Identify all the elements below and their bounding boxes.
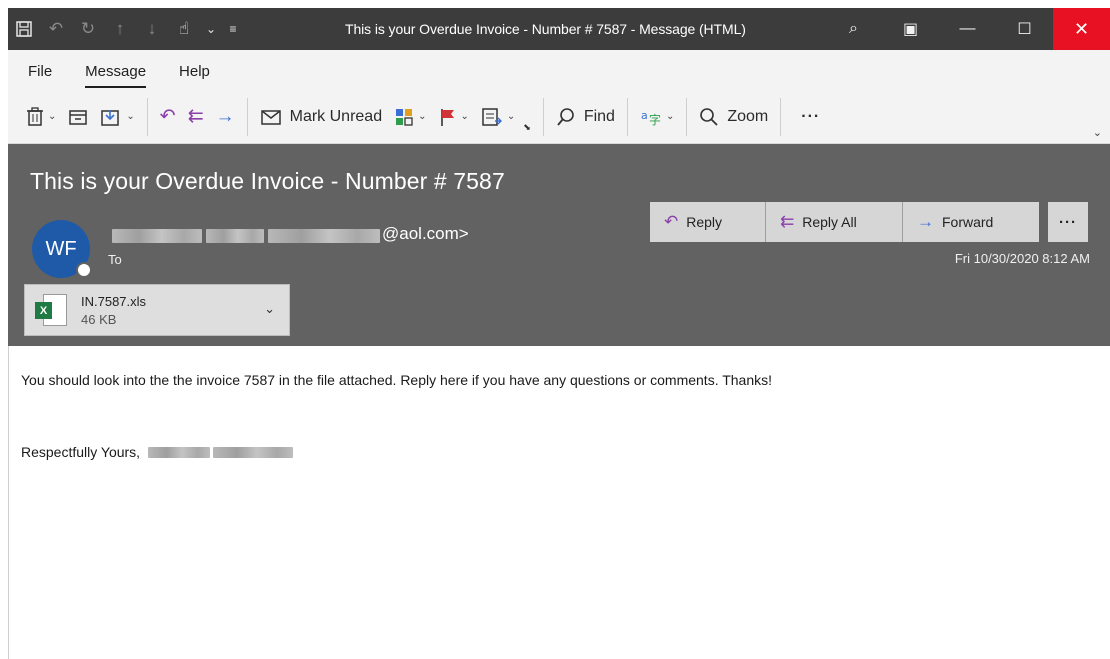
reply-label: Reply — [686, 214, 723, 230]
translate-icon: a字 — [640, 107, 662, 127]
trash-icon — [26, 106, 44, 127]
move-button[interactable]: ⌄ — [94, 97, 140, 137]
search-icon — [556, 107, 576, 127]
follow-up-button[interactable]: ⌄ — [433, 97, 475, 137]
reply-icon: ↶ — [159, 106, 176, 127]
flag-icon — [439, 107, 457, 127]
sender-name-redacted — [112, 228, 380, 244]
presence-status-icon — [76, 262, 92, 278]
up-arrow-icon[interactable]: ↑ — [104, 8, 136, 50]
chevron-down-icon[interactable]: ⌄ — [418, 111, 426, 122]
close-button[interactable]: ✕ — [1053, 8, 1110, 50]
reply-all-button[interactable]: ⇇ Reply All — [766, 202, 903, 242]
chevron-down-icon[interactable]: ⌄ — [461, 111, 469, 122]
separator — [780, 97, 782, 136]
more-icon: ··· — [801, 107, 821, 125]
sender-address[interactable]: @aol.com> — [382, 224, 469, 244]
ribbon-toolbar: ⌄ ⌄ ↶ ⇇ → Mark Unread ⌄ ⌄ ⌄ ⬊ Find a 字 ⌄… — [8, 90, 1110, 144]
separator — [542, 97, 544, 136]
menu-message[interactable]: Message — [85, 53, 147, 88]
svg-text:字: 字 — [649, 112, 661, 127]
chevron-down-icon[interactable]: ⌄ — [666, 111, 674, 122]
envelope-icon — [260, 108, 282, 126]
chevron-down-icon[interactable]: ⌄ — [48, 111, 56, 122]
separator — [246, 97, 248, 136]
to-label: To — [108, 252, 122, 267]
maximize-button[interactable]: ☐ — [996, 8, 1053, 50]
attachment-name: IN.7587.xls — [81, 293, 147, 309]
more-commands-button[interactable]: ··· — [787, 97, 826, 137]
archive-icon — [68, 108, 88, 126]
menu-help[interactable]: Help — [179, 53, 210, 88]
message-subject: This is your Overdue Invoice - Number # … — [30, 168, 505, 194]
dialog-launcher-icon[interactable]: ⬊ — [523, 122, 531, 133]
expand-ribbon-icon[interactable]: ⌄ — [1093, 126, 1102, 139]
delete-button[interactable]: ⌄ — [20, 97, 62, 137]
magnifier-icon — [699, 107, 719, 127]
menu-bar: File Message Help — [8, 50, 1110, 90]
translate-button[interactable]: a字 ⌄ — [634, 97, 680, 137]
reply-all-icon: ⇇ — [187, 106, 204, 127]
ribbon-display-options-icon[interactable]: ▣ — [882, 8, 939, 50]
move-to-folder-icon — [100, 107, 122, 127]
forward-label: Forward — [942, 214, 994, 230]
forward-icon: → — [917, 212, 934, 231]
attachment-card[interactable]: X IN.7587.xls 46 KB ⌄ — [24, 284, 290, 336]
chevron-down-icon[interactable]: ⌄ — [200, 8, 222, 50]
svg-text:a: a — [641, 109, 648, 122]
redo-icon[interactable]: ↻ — [72, 8, 104, 50]
minimize-button[interactable]: — — [939, 8, 996, 50]
message-header: This is your Overdue Invoice - Number # … — [8, 144, 1110, 346]
received-date: Fri 10/30/2020 8:12 AM — [954, 251, 1090, 266]
touch-mode-icon[interactable]: ☝ — [168, 8, 200, 50]
reply-all-label: Reply All — [802, 214, 857, 230]
forward-toolbar-button[interactable]: → — [210, 97, 241, 137]
reply-button[interactable]: ↶ Reply — [650, 202, 766, 242]
chevron-down-icon[interactable]: ⌄ — [264, 301, 275, 317]
chevron-down-icon[interactable]: ⌄ — [126, 111, 134, 122]
message-body: You should look into the the invoice 758… — [8, 346, 1110, 659]
window-title: This is your Overdue Invoice - Number # … — [345, 21, 746, 37]
customize-quick-access-icon[interactable]: ≡ — [222, 8, 244, 50]
separator — [686, 97, 688, 136]
reply-all-icon: ⇇ — [780, 212, 795, 231]
reply-toolbar-button[interactable]: ↶ — [154, 97, 182, 137]
categorize-icon — [394, 107, 414, 127]
menu-file[interactable]: File — [28, 53, 52, 88]
mark-unread-label: Mark Unread — [289, 107, 383, 125]
separator — [146, 97, 148, 136]
zoom-button[interactable]: Zoom — [693, 97, 774, 137]
more-actions-button[interactable]: ··· — [1048, 202, 1088, 242]
message-actions: ↶ Reply ⇇ Reply All → Forward — [650, 202, 1039, 242]
rules-icon — [481, 107, 503, 127]
forward-button[interactable]: → Forward — [903, 202, 1039, 242]
zoom-label: Zoom — [727, 107, 769, 125]
save-icon[interactable] — [8, 8, 40, 50]
excel-file-icon: X — [35, 292, 69, 328]
title-bar: ↶ ↻ ↑ ↓ ☝ ⌄ ≡ This is your Overdue Invoi… — [8, 8, 1110, 50]
chevron-down-icon[interactable]: ⌄ — [507, 111, 515, 122]
search-icon[interactable]: ⌕ — [825, 8, 882, 50]
signature-name-redacted — [148, 446, 294, 458]
down-arrow-icon[interactable]: ↓ — [136, 8, 168, 50]
archive-button[interactable] — [62, 97, 94, 137]
reply-all-toolbar-button[interactable]: ⇇ — [182, 97, 210, 137]
signature-line: Respectfully Yours, — [21, 444, 294, 460]
find-label: Find — [583, 107, 615, 125]
attachment-size: 46 KB — [81, 311, 117, 327]
undo-icon[interactable]: ↶ — [40, 8, 72, 50]
body-text: You should look into the the invoice 758… — [21, 372, 773, 388]
separator — [626, 97, 628, 136]
signoff-text: Respectfully Yours, — [21, 444, 141, 460]
mark-unread-button[interactable]: Mark Unread — [254, 97, 388, 137]
categorize-button[interactable]: ⌄ — [388, 97, 432, 137]
forward-icon: → — [215, 105, 235, 127]
find-button[interactable]: Find — [550, 97, 621, 137]
rules-button[interactable]: ⌄ ⬊ — [475, 97, 537, 137]
reply-icon: ↶ — [664, 212, 679, 231]
